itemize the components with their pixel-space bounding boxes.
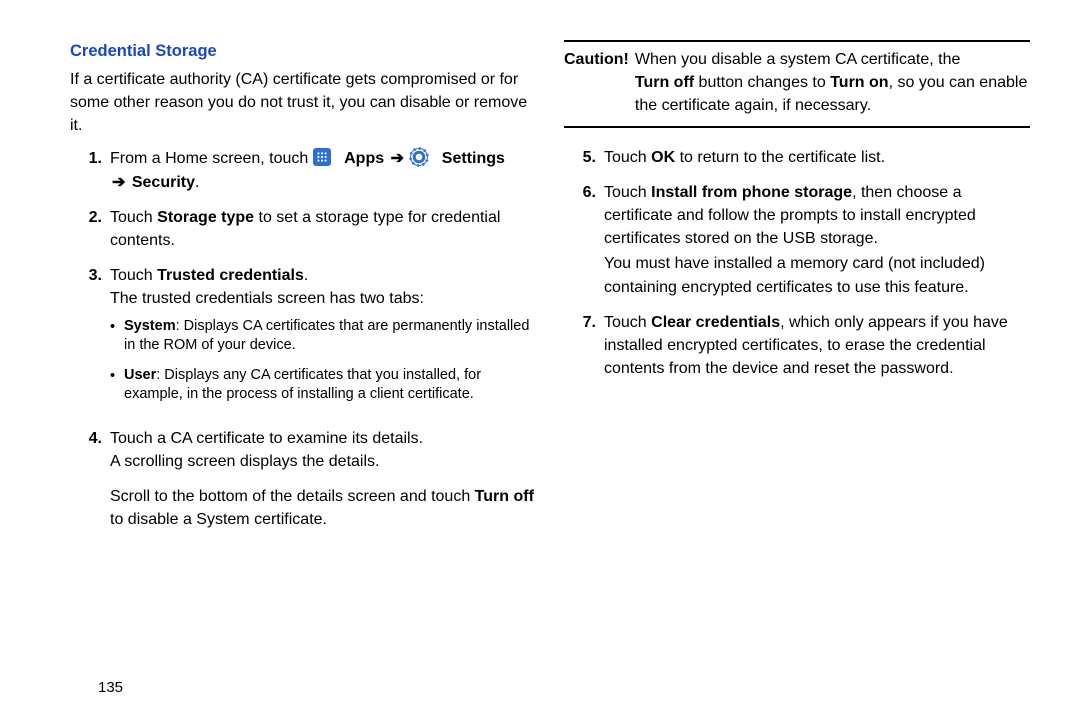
manual-page: Credential Storage If a certificate auth… bbox=[0, 0, 1080, 720]
step-number: 5. bbox=[564, 146, 604, 169]
caution-text: When you disable a system CA certificate… bbox=[635, 48, 1030, 118]
step-body: From a Home screen, touch Apps ➔ Setting… bbox=[110, 147, 536, 193]
step-4: 4. Touch a CA certificate to examine its… bbox=[70, 427, 536, 532]
bold-text: Clear credentials bbox=[651, 314, 780, 331]
caution-label: Caution! bbox=[564, 48, 635, 118]
step-number: 6. bbox=[564, 181, 604, 299]
settings-label: Settings bbox=[442, 150, 505, 167]
text: When you disable a system CA certificate… bbox=[635, 51, 960, 68]
bold-text: Turn off bbox=[635, 74, 694, 91]
bold-text: User bbox=[124, 367, 156, 383]
intro-paragraph: If a certificate authority (CA) certific… bbox=[70, 68, 536, 138]
text: Touch bbox=[110, 209, 157, 226]
step-number: 2. bbox=[70, 206, 110, 252]
bullet-icon: • bbox=[110, 317, 124, 356]
security-label: Security bbox=[132, 174, 195, 191]
step-body: Touch Storage type to set a storage type… bbox=[110, 206, 536, 252]
bold-text: Trusted credentials bbox=[157, 267, 304, 284]
text: to disable a System certificate. bbox=[110, 511, 327, 528]
step-number: 4. bbox=[70, 427, 110, 532]
sub-list: • System: Displays CA certificates that … bbox=[110, 317, 536, 405]
step-body: Touch a CA certificate to examine its de… bbox=[110, 427, 536, 532]
apps-icon bbox=[313, 148, 331, 166]
step-3: 3. Touch Trusted credentials. The truste… bbox=[70, 264, 536, 415]
sub-item-system: • System: Displays CA certificates that … bbox=[110, 317, 536, 356]
bold-text: Install from phone storage bbox=[651, 184, 852, 201]
steps-list-right: 5. Touch OK to return to the certificate… bbox=[564, 146, 1030, 381]
bold-text: System bbox=[124, 318, 176, 334]
text: to return to the certificate list. bbox=[675, 149, 885, 166]
step-number: 3. bbox=[70, 264, 110, 415]
step-7: 7. Touch Clear credentials, which only a… bbox=[564, 311, 1030, 381]
text: Touch bbox=[604, 314, 651, 331]
caution-box: Caution! When you disable a system CA ce… bbox=[564, 40, 1030, 128]
steps-list-left: 1. From a Home screen, touch Apps ➔ Sett… bbox=[70, 147, 536, 531]
step-number: 1. bbox=[70, 147, 110, 193]
text: Touch a CA certificate to examine its de… bbox=[110, 427, 536, 450]
text: The trusted credentials screen has two t… bbox=[110, 287, 536, 310]
settings-icon bbox=[410, 148, 428, 166]
bold-text: Turn on bbox=[830, 74, 888, 91]
step-body: Touch Trusted credentials. The trusted c… bbox=[110, 264, 536, 415]
left-column: Credential Storage If a certificate auth… bbox=[70, 40, 536, 690]
step-number: 7. bbox=[564, 311, 604, 381]
text: You must have installed a memory card (n… bbox=[604, 252, 1030, 298]
step-6: 6. Touch Install from phone storage, the… bbox=[564, 181, 1030, 299]
bold-text: Turn off bbox=[475, 488, 534, 505]
right-column: Caution! When you disable a system CA ce… bbox=[564, 40, 1030, 690]
step-body: Touch OK to return to the certificate li… bbox=[604, 146, 1030, 169]
page-number: 135 bbox=[98, 679, 123, 696]
text: Touch bbox=[604, 149, 651, 166]
text: Scroll to the bottom of the details scre… bbox=[110, 488, 475, 505]
arrow-icon: ➔ bbox=[389, 147, 406, 170]
step-1: 1. From a Home screen, touch Apps ➔ Sett… bbox=[70, 147, 536, 193]
text: A scrolling screen displays the details. bbox=[110, 450, 536, 473]
bold-text: Storage type bbox=[157, 209, 254, 226]
text: Touch bbox=[110, 267, 157, 284]
bullet-icon: • bbox=[110, 366, 124, 405]
text: : Displays CA certificates that are perm… bbox=[124, 318, 529, 354]
step-2: 2. Touch Storage type to set a storage t… bbox=[70, 206, 536, 252]
step-body: Touch Install from phone storage, then c… bbox=[604, 181, 1030, 299]
text: Touch bbox=[604, 184, 651, 201]
bold-text: OK bbox=[651, 149, 675, 166]
text: . bbox=[304, 267, 308, 284]
apps-label: Apps bbox=[344, 150, 384, 167]
step-5: 5. Touch OK to return to the certificate… bbox=[564, 146, 1030, 169]
text: : Displays any CA certificates that you … bbox=[124, 367, 481, 403]
text: button changes to bbox=[694, 74, 830, 91]
period: . bbox=[195, 174, 199, 191]
arrow-icon: ➔ bbox=[110, 171, 127, 194]
sub-item-user: • User: Displays any CA certificates tha… bbox=[110, 366, 536, 405]
step-body: Touch Clear credentials, which only appe… bbox=[604, 311, 1030, 381]
text: From a Home screen, touch bbox=[110, 150, 313, 167]
section-heading: Credential Storage bbox=[70, 40, 536, 64]
